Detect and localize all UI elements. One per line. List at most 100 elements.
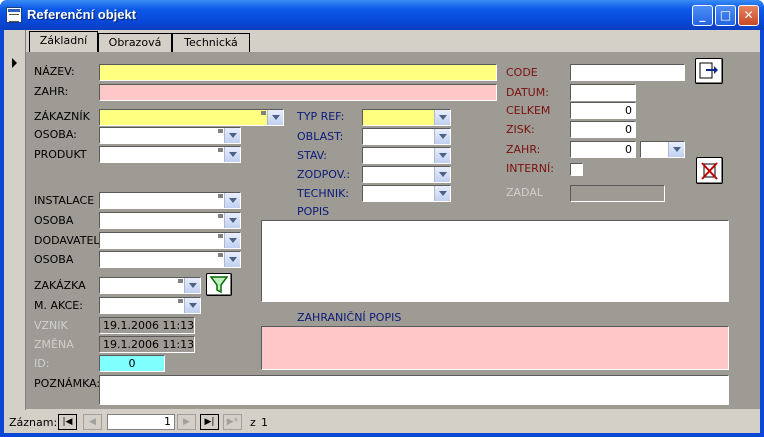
osoba2-label: OSOBA — [34, 214, 74, 227]
chevron-down-icon[interactable] — [434, 167, 450, 182]
tab-label: Obrazová — [108, 36, 162, 49]
chevron-down-icon[interactable] — [224, 193, 240, 208]
of-label: z — [250, 416, 256, 429]
tab-label: Technická — [184, 36, 238, 49]
chevron-down-icon[interactable] — [224, 252, 240, 267]
osoba1-combo[interactable] — [99, 127, 241, 144]
zodpov-combo[interactable] — [362, 166, 451, 183]
minimize-button[interactable]: _ — [692, 5, 713, 26]
zakaznik-label: ZÁKAZNÍK — [34, 110, 90, 123]
popis-memo[interactable] — [261, 220, 729, 302]
zahr-label: ZAHR: — [34, 85, 69, 98]
first-record-icon: |◀ — [62, 417, 73, 427]
maximize-button[interactable]: □ — [715, 5, 736, 26]
poznamka-memo[interactable] — [99, 375, 729, 405]
osoba2-combo[interactable] — [99, 212, 241, 229]
zahr-field[interactable] — [99, 84, 497, 101]
zmena-field: 19.1.2006 11:13 — [99, 336, 195, 353]
filter-button[interactable] — [206, 273, 232, 296]
filter-icon — [209, 276, 229, 294]
datum-field[interactable] — [570, 84, 636, 101]
currency-combo[interactable] — [640, 141, 685, 158]
instalace-combo[interactable] — [99, 192, 241, 209]
prev-record-icon: ◀ — [89, 417, 96, 427]
tab-zakladni[interactable]: Základní — [29, 31, 98, 53]
id-label: ID: — [34, 357, 50, 370]
code-field[interactable] — [570, 64, 685, 81]
last-record-button[interactable]: ▶| — [200, 414, 219, 430]
makce-label: M. AKCE: — [34, 299, 83, 312]
celkem-field[interactable]: 0 — [570, 102, 636, 119]
close-button[interactable]: ✕ — [738, 5, 759, 26]
record-total: 1 — [261, 416, 268, 429]
first-record-button[interactable]: |◀ — [58, 414, 77, 430]
technik-combo[interactable] — [362, 185, 451, 202]
osoba1-label: OSOBA: — [34, 128, 77, 141]
interni-label: INTERNÍ: — [506, 162, 554, 175]
chevron-down-icon[interactable] — [434, 129, 450, 144]
chevron-down-icon[interactable] — [434, 148, 450, 163]
chevron-down-icon[interactable] — [267, 110, 283, 125]
oblast-combo[interactable] — [362, 128, 451, 145]
record-selector[interactable] — [4, 30, 26, 410]
zmena-label: ZMĚNA — [34, 338, 74, 351]
export-icon — [699, 62, 718, 79]
zisk-label: ZISK: — [506, 123, 535, 136]
osoba3-combo[interactable] — [99, 251, 241, 268]
last-record-icon: ▶| — [204, 417, 215, 427]
chevron-down-icon[interactable] — [184, 298, 200, 313]
tab-obrazova[interactable]: Obrazová — [98, 33, 172, 52]
chevron-down-icon[interactable] — [668, 142, 684, 157]
nazev-field[interactable] — [99, 64, 497, 81]
datum-label: DATUM: — [506, 86, 549, 99]
typref-combo[interactable] — [362, 109, 451, 126]
instalace-label: INSTALACE — [34, 194, 95, 207]
new-record-icon: ▶* — [226, 417, 239, 427]
interni-checkbox[interactable] — [570, 163, 583, 176]
tab-technicka[interactable]: Technická — [172, 33, 250, 52]
zodpov-label: ZODPOV.: — [297, 168, 351, 181]
stav-combo[interactable] — [362, 147, 451, 164]
title-bar[interactable]: Referenční objekt _ □ ✕ — [0, 0, 764, 30]
nazev-label: NÁZEV: — [34, 65, 75, 78]
new-record-button[interactable]: ▶* — [223, 414, 242, 430]
next-record-icon: ▶ — [183, 417, 190, 427]
zahr2-label: ZAHR: — [506, 143, 541, 156]
tab-label: Základní — [39, 34, 88, 47]
osoba3-label: OSOBA — [34, 253, 74, 266]
poznamka-label: POZNÁMKA: — [34, 377, 101, 390]
chevron-down-icon[interactable] — [434, 186, 450, 201]
next-record-button[interactable]: ▶ — [177, 414, 196, 430]
record-number-field[interactable]: 1 — [107, 414, 175, 430]
delete-button[interactable] — [696, 157, 723, 184]
tab-bar: Základní Obrazová Technická — [26, 30, 760, 53]
makce-combo[interactable] — [99, 297, 201, 314]
technik-label: TECHNIK: — [297, 187, 350, 200]
form-icon[interactable] — [6, 7, 22, 23]
chevron-down-icon[interactable] — [224, 128, 240, 143]
produkt-label: PRODUKT — [34, 148, 87, 161]
chevron-down-icon[interactable] — [184, 278, 200, 293]
zakaznik-combo[interactable] — [99, 109, 284, 126]
zakazka-label: ZAKÁZKA — [34, 279, 86, 292]
chevron-down-icon[interactable] — [224, 233, 240, 248]
zahr2-field[interactable]: 0 — [570, 141, 636, 158]
stav-label: STAV: — [297, 149, 328, 162]
chevron-down-icon[interactable] — [434, 110, 450, 125]
dodavatel-combo[interactable] — [99, 232, 241, 249]
record-label: Záznam: — [9, 416, 58, 429]
prev-record-button[interactable]: ◀ — [83, 414, 102, 430]
export-button[interactable] — [695, 58, 723, 84]
zahr-popis-memo[interactable] — [261, 326, 729, 370]
vznik-label: VZNIK — [34, 319, 68, 332]
current-record-icon — [12, 58, 17, 68]
chevron-down-icon[interactable] — [224, 147, 240, 162]
chevron-down-icon[interactable] — [224, 213, 240, 228]
popis-label: POPIS — [297, 205, 330, 218]
zakazka-combo[interactable] — [99, 277, 201, 294]
celkem-label: CELKEM — [506, 104, 551, 117]
produkt-combo[interactable] — [99, 146, 241, 163]
record-navigation: Záznam: |◀ ◀ 1 ▶ ▶| ▶* z 1 — [4, 411, 760, 433]
zahr-popis-label: ZAHRANIČNÍ POPIS — [297, 311, 402, 324]
zisk-field[interactable]: 0 — [570, 121, 636, 138]
